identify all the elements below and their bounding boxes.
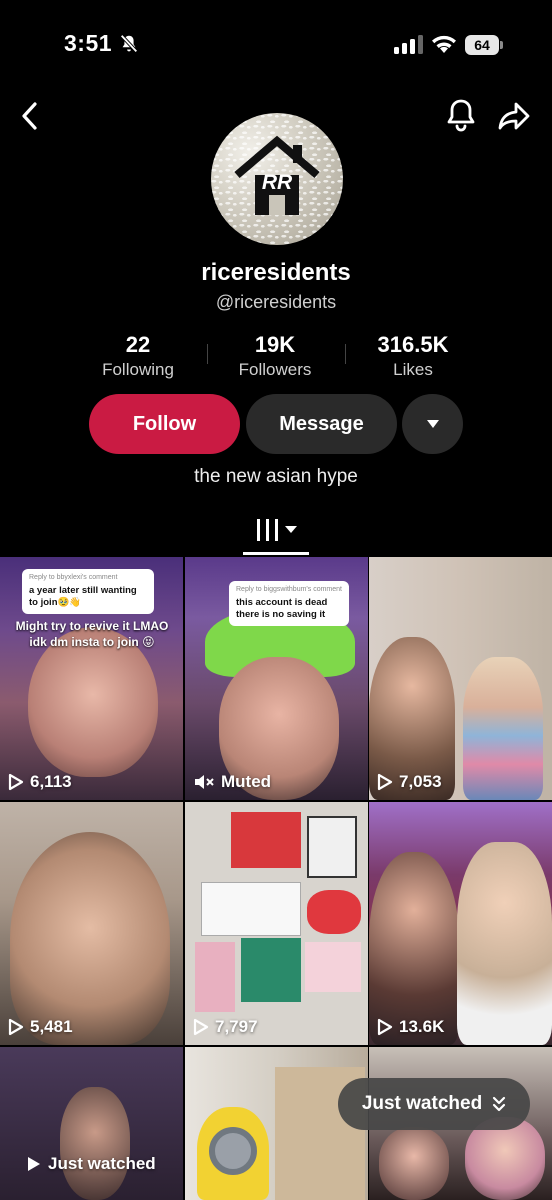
wifi-icon xyxy=(432,35,456,53)
stat-value: 316.5K xyxy=(377,332,449,357)
video-tile[interactable]: 7,797 xyxy=(185,802,368,1045)
cellular-signal-icon xyxy=(394,35,423,54)
stat-label: Likes xyxy=(393,360,433,379)
back-icon[interactable] xyxy=(16,100,42,132)
double-chevron-down-icon xyxy=(493,1096,506,1112)
share-icon[interactable] xyxy=(496,98,532,134)
stat-value: 22 xyxy=(125,332,151,357)
avatar[interactable]: RR xyxy=(211,113,343,245)
play-icon xyxy=(8,773,24,791)
status-time: 3:51 xyxy=(64,30,113,56)
view-count: 7,053 xyxy=(377,772,442,792)
play-icon xyxy=(377,1018,393,1036)
follow-button[interactable]: Follow xyxy=(89,394,240,454)
video-caption: Might try to revive it LMAO idk dm insta… xyxy=(15,619,169,649)
avatar-initials: RR xyxy=(261,171,293,194)
play-icon xyxy=(28,1157,40,1171)
just-watched-label: Just watched xyxy=(26,1154,156,1174)
video-tile[interactable]: Reply to bbyxlexi's comment a year later… xyxy=(0,557,183,800)
caret-down-icon xyxy=(426,420,439,428)
play-icon xyxy=(193,1018,209,1036)
stat-following[interactable]: 22 Following xyxy=(88,332,188,380)
just-watched-button[interactable]: Just watched xyxy=(338,1078,530,1130)
play-icon xyxy=(377,773,393,791)
more-options-button[interactable] xyxy=(402,394,463,454)
muted-indicator: Muted xyxy=(193,772,271,792)
just-watched-label: Just watched xyxy=(361,1093,483,1114)
view-count: 5,481 xyxy=(8,1017,73,1037)
video-tile[interactable]: 5,481 xyxy=(0,802,183,1045)
view-count: 6,113 xyxy=(8,772,72,792)
comment-bubble: Reply to bbyxlexi's comment a year later… xyxy=(22,569,154,614)
username: riceresidents xyxy=(201,259,351,286)
video-tile[interactable] xyxy=(185,1047,368,1200)
bell-muted-icon xyxy=(120,34,138,53)
video-tile[interactable]: 7,053 xyxy=(369,557,552,800)
stat-label: Followers xyxy=(238,360,312,379)
status-bar: 3:51 64 xyxy=(0,0,552,90)
stat-likes[interactable]: 316.5K Likes xyxy=(362,332,464,380)
tab-underline xyxy=(243,552,309,555)
view-count: 13.6K xyxy=(377,1017,444,1037)
video-tile[interactable]: 13.6K xyxy=(369,802,552,1045)
speaker-muted-icon xyxy=(195,775,214,789)
video-tile[interactable]: Reply to biggswithbum's comment this acc… xyxy=(185,557,368,800)
handle: @riceresidents xyxy=(215,292,337,312)
videos-grid-tab-icon[interactable] xyxy=(255,517,301,543)
stat-value: 19K xyxy=(254,332,296,357)
comment-bubble: Reply to biggswithbum's comment this acc… xyxy=(229,581,349,626)
stat-label: Following xyxy=(102,360,174,379)
notification-bell-icon[interactable] xyxy=(444,97,478,133)
battery-level: 64 xyxy=(465,35,499,55)
message-button[interactable]: Message xyxy=(246,394,397,454)
stat-followers[interactable]: 19K Followers xyxy=(220,332,330,380)
bio: the new asian hype xyxy=(194,466,358,487)
battery-icon: 64 xyxy=(465,35,505,55)
video-tile[interactable]: Just watched xyxy=(0,1047,183,1200)
play-icon xyxy=(8,1018,24,1036)
view-count: 7,797 xyxy=(193,1017,258,1037)
